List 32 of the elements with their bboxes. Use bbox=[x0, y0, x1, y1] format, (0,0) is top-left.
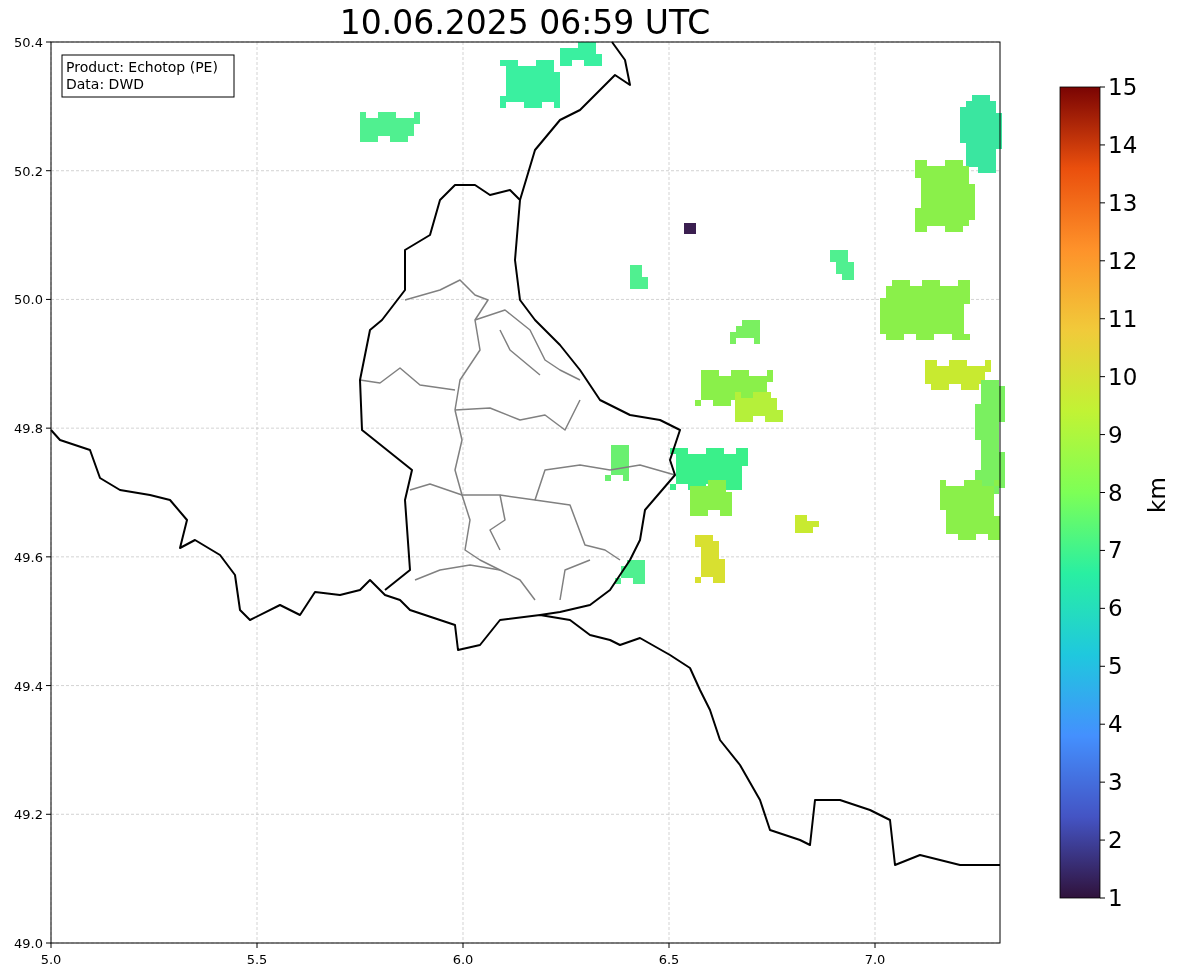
legend-text: Product: Echotop (PE) bbox=[66, 59, 218, 75]
colorbar-tick-label: 11 bbox=[1108, 305, 1138, 332]
axis-tick-label: 50.4 bbox=[14, 35, 43, 50]
colorbar-tick-label: 8 bbox=[1108, 479, 1123, 506]
axis-tick-label: 7.0 bbox=[864, 952, 886, 967]
colorbar-tick-label: 14 bbox=[1108, 131, 1138, 158]
axis-tick-label: 50.0 bbox=[14, 292, 43, 308]
chart-title: 10.06.2025 06:59 UTC bbox=[339, 3, 711, 42]
axis-tick-label: 49.0 bbox=[14, 936, 43, 951]
colorbar-tick-label: 7 bbox=[1108, 537, 1123, 564]
colorbar-tick-label: 1 bbox=[1108, 885, 1123, 911]
colorbar-tick-label: 3 bbox=[1108, 769, 1123, 796]
colorbar-tick-label: 2 bbox=[1108, 827, 1123, 854]
axis-tick-label: 49.6 bbox=[14, 549, 43, 565]
colorbar-tick-label: 12 bbox=[1108, 247, 1138, 274]
colorbar-label: km bbox=[1144, 477, 1170, 513]
colorbar-tick-label: 13 bbox=[1108, 189, 1138, 216]
colorbar-tick-label: 15 bbox=[1108, 74, 1138, 100]
colorbar-tick-label: 10 bbox=[1108, 363, 1138, 390]
axis-tick-label: 5.0 bbox=[40, 952, 62, 967]
axis-tick-label: 49.8 bbox=[14, 421, 43, 437]
colorbar-tick-label: 5 bbox=[1108, 653, 1123, 680]
axis-tick-label: 5.5 bbox=[246, 952, 268, 967]
axis-tick-label: 6.0 bbox=[452, 952, 474, 967]
colorbar-tick-label: 6 bbox=[1108, 595, 1123, 622]
colorbar-tick-label: 4 bbox=[1108, 711, 1123, 738]
axis-tick-label: 50.2 bbox=[14, 163, 43, 179]
axis-tick-label: 49.2 bbox=[14, 807, 43, 823]
legend-text: Data: DWD bbox=[66, 76, 144, 92]
colorbar-tick-label: 9 bbox=[1108, 421, 1123, 448]
axis-tick-label: 49.4 bbox=[14, 678, 43, 694]
axis-tick-label: 6.5 bbox=[658, 952, 680, 967]
